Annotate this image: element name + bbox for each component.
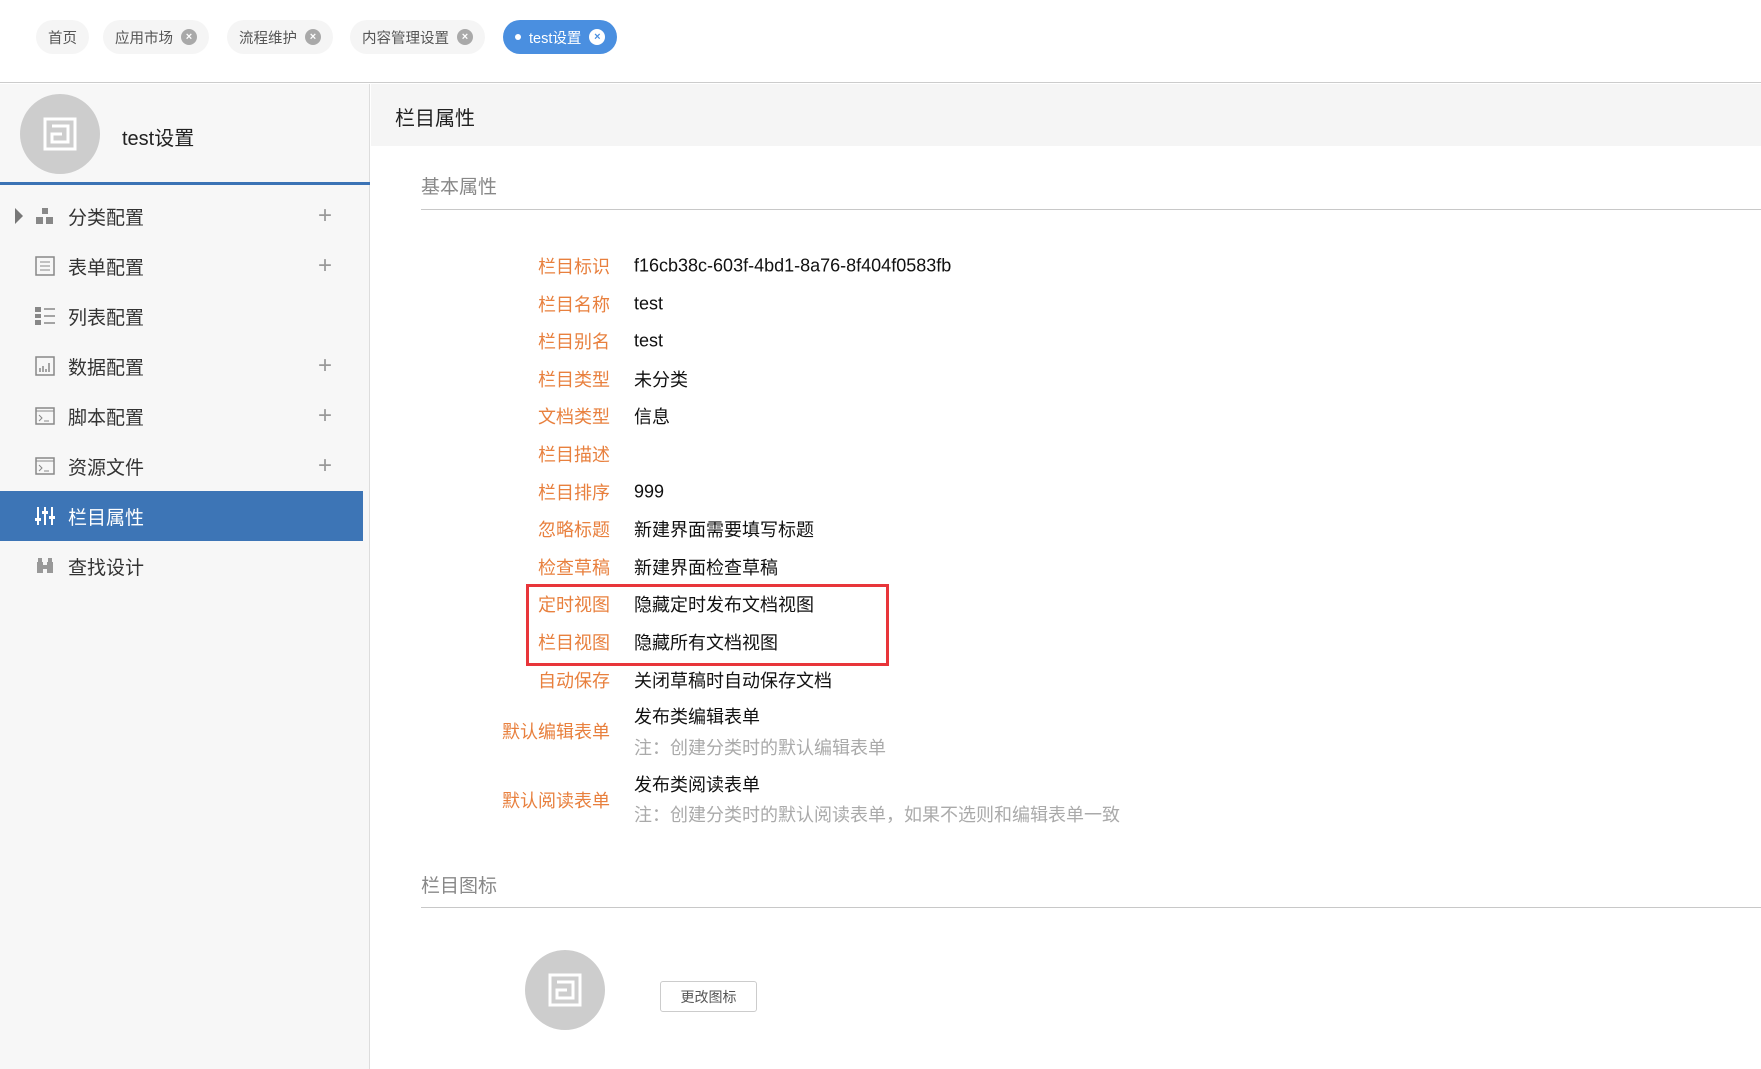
- sidebar-item-label: 表单配置: [68, 257, 145, 279]
- field-note: 注：创建分类时的默认阅读表单，如果不选则和编辑表单一致: [634, 805, 1120, 825]
- field-value: 新建界面检查草稿: [634, 557, 778, 578]
- sidebar-item-category-config[interactable]: 分类配置 +: [0, 191, 363, 241]
- divider: [421, 209, 1761, 210]
- tab-app-market[interactable]: 应用市场 ×: [103, 20, 209, 54]
- list-icon: [35, 306, 55, 326]
- sidebar-item-label: 数据配置: [68, 357, 145, 379]
- field-label: 栏目别名: [538, 332, 610, 353]
- terminal-icon: [35, 406, 55, 426]
- column-icon-preview: [525, 950, 605, 1030]
- tab-home[interactable]: 首页: [36, 20, 89, 54]
- field-note: 注：创建分类时的默认编辑表单: [634, 738, 886, 758]
- tab-label: test设置: [529, 30, 582, 47]
- content-header: 栏目属性: [371, 84, 1761, 146]
- plus-icon[interactable]: +: [318, 402, 332, 430]
- divider: [0, 182, 370, 185]
- field-label: 检查草稿: [538, 557, 610, 578]
- sidebar-item-form-config[interactable]: 表单配置 +: [0, 241, 363, 291]
- blocks-icon: [35, 206, 55, 226]
- page-title: 栏目属性: [395, 108, 475, 130]
- plus-icon[interactable]: +: [318, 202, 332, 230]
- change-icon-button[interactable]: 更改图标: [660, 981, 757, 1012]
- field-label: 文档类型: [538, 407, 610, 428]
- field-label: 忽略标题: [538, 520, 610, 541]
- tab-process-maintenance[interactable]: 流程维护 ×: [227, 20, 333, 54]
- sidebar-item-label: 查找设计: [68, 557, 145, 579]
- plus-icon[interactable]: +: [318, 352, 332, 380]
- field-value: 未分类: [634, 369, 688, 390]
- sidebar-item-list-config[interactable]: 列表配置: [0, 291, 363, 341]
- close-icon[interactable]: ×: [181, 29, 197, 45]
- form-icon: [35, 256, 55, 276]
- close-icon[interactable]: ×: [589, 29, 606, 45]
- close-icon[interactable]: ×: [305, 29, 321, 45]
- sidebar-item-data-config[interactable]: 数据配置 +: [0, 341, 363, 391]
- field-value: test: [634, 330, 664, 351]
- field-label: 栏目类型: [538, 369, 610, 390]
- sidebar-item-find-design[interactable]: 查找设计: [0, 541, 363, 591]
- field-label: 默认阅读表单: [502, 791, 610, 811]
- section-title-basic: 基本属性: [421, 177, 498, 198]
- terminal-icon: [35, 456, 55, 476]
- tab-label: 内容管理设置: [362, 30, 449, 47]
- field-value: 关闭草稿时自动保存文档: [634, 670, 832, 691]
- field-label: 栏目描述: [538, 445, 610, 465]
- sidebar-item-resource-files[interactable]: 资源文件 +: [0, 441, 363, 491]
- field-value: 发布类阅读表单: [634, 775, 760, 795]
- bar-chart-icon: [35, 356, 55, 376]
- field-label: 默认编辑表单: [502, 722, 610, 742]
- field-label: 栏目名称: [538, 294, 610, 315]
- section-title-icon: 栏目图标: [421, 876, 498, 897]
- divider: [421, 907, 1761, 908]
- sidebar-item-label: 脚本配置: [68, 407, 145, 429]
- app-icon: [20, 94, 100, 174]
- plus-icon[interactable]: +: [318, 252, 332, 280]
- tab-test-settings[interactable]: test设置 ×: [503, 20, 618, 54]
- content-panel: 栏目属性 基本属性 栏目标识 f16cb38c-603f-4bd1-8a76-8f…: [371, 84, 1761, 1069]
- sidebar-item-column-properties[interactable]: 栏目属性: [0, 491, 363, 541]
- sidebar-item-label: 栏目属性: [68, 507, 145, 529]
- active-dot-icon: [515, 34, 521, 40]
- tab-label: 应用市场: [115, 30, 173, 47]
- sidebar: test设置 分类配置 + 表单配置 + 列表配置 数据配置 + 脚本配置 + …: [0, 84, 370, 1069]
- sidebar-item-script-config[interactable]: 脚本配置 +: [0, 391, 363, 441]
- sliders-icon: [35, 506, 55, 526]
- tab-content-management[interactable]: 内容管理设置 ×: [350, 20, 485, 54]
- highlight-box: [526, 584, 889, 666]
- field-value: test: [634, 293, 664, 314]
- sidebar-item-label: 分类配置: [68, 207, 145, 229]
- sidebar-item-label: 列表配置: [68, 307, 145, 329]
- sidebar-item-label: 资源文件: [68, 457, 145, 479]
- field-value: 999: [634, 481, 665, 502]
- plus-icon[interactable]: +: [318, 452, 332, 480]
- field-value: 发布类编辑表单: [634, 707, 760, 727]
- field-label: 栏目标识: [538, 257, 610, 277]
- close-icon[interactable]: ×: [457, 29, 473, 45]
- tab-label: 流程维护: [239, 30, 297, 47]
- field-value: 新建界面需要填写标题: [634, 520, 814, 541]
- tab-label: 首页: [48, 30, 77, 47]
- field-label: 栏目排序: [538, 482, 610, 503]
- sidebar-title: test设置: [122, 128, 195, 150]
- tab-bar: 首页 应用市场 × 流程维护 × 内容管理设置 × test设置 ×: [0, 0, 1761, 83]
- field-value: 信息: [634, 407, 670, 428]
- field-value: f16cb38c-603f-4bd1-8a76-8f404f0583fb: [634, 255, 952, 276]
- field-label: 自动保存: [538, 670, 610, 691]
- caret-right-icon[interactable]: [15, 208, 23, 224]
- binoculars-icon: [35, 556, 55, 576]
